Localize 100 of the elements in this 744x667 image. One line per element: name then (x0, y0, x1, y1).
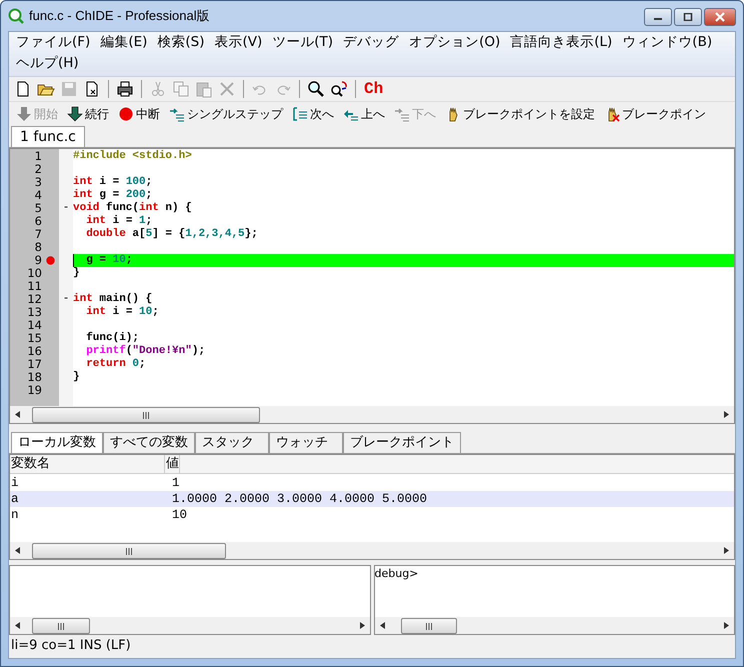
line-number: 11 (27, 279, 42, 293)
line-number: 10 (27, 266, 42, 280)
code-line: return 0; (85, 358, 146, 370)
variable-row[interactable]: i 1 (10, 475, 734, 491)
menu-item[interactable]: 検索(S) (152, 32, 210, 53)
line-number: 5 (34, 201, 42, 215)
code-line: g = 10; (85, 254, 132, 266)
debug-console[interactable]: debug> (374, 565, 735, 635)
variables-tab[interactable]: ローカル変数 (11, 432, 103, 453)
debug-button[interactable]: シングルステップ (166, 104, 289, 124)
fold-marker[interactable]: - (62, 202, 70, 214)
step-icon (169, 106, 185, 122)
line-number: 1 (34, 149, 42, 163)
debug-button[interactable]: ブレークポイン (601, 104, 712, 124)
variable-row[interactable]: a 1.0000 2.0000 3.0000 4.0000 5.0000 (10, 491, 734, 507)
horizontal-scrollbar[interactable] (10, 406, 734, 423)
menu-item[interactable]: ウィンドウ(B) (617, 32, 718, 53)
code-line: int main() { (73, 293, 152, 305)
code-line: int i = 1; (85, 215, 152, 227)
menu-item[interactable]: ツール(T) (267, 32, 338, 53)
variable-name: a (10, 491, 20, 507)
magnifier-icon (8, 8, 24, 24)
maximize-button[interactable] (674, 8, 702, 26)
variable-name: i (10, 475, 20, 491)
line-number: 17 (27, 357, 42, 371)
code-line: #include <stdio.h> (73, 150, 192, 162)
ch-button[interactable]: Ch (362, 79, 386, 99)
code-line: func(i); (85, 332, 140, 344)
line-number: 19 (27, 383, 42, 397)
line-number: 13 (27, 305, 42, 319)
step-icon (292, 106, 308, 122)
close-icon (714, 12, 726, 22)
file-tab[interactable]: 1 func.c (11, 126, 85, 147)
horizontal-scrollbar[interactable] (10, 617, 370, 634)
line-number: 18 (27, 370, 42, 384)
stop-icon (118, 106, 134, 122)
variable-row[interactable]: n 10 (10, 507, 734, 523)
code-line: void func(int n) { (73, 202, 192, 214)
debug-button[interactable]: 中断 (115, 104, 166, 124)
debug-button[interactable]: 上へ (340, 104, 391, 124)
menu-item[interactable]: ファイル(F) (11, 32, 96, 53)
variables-tab[interactable]: スタック (195, 432, 269, 453)
menu-item[interactable]: 言語向き表示(L) (505, 32, 618, 53)
debug-button[interactable]: 次へ (289, 104, 340, 124)
line-number: 9 (34, 253, 42, 267)
minimize-button[interactable] (644, 8, 672, 26)
grip-icon (57, 622, 65, 630)
line-number: 14 (27, 318, 42, 332)
line-number: 3 (34, 175, 42, 189)
variable-value: 1 (171, 475, 180, 491)
debug-button[interactable]: ブレークポイントを設定 (442, 104, 601, 124)
code-line: printf("Done!¥n"); (85, 345, 206, 357)
menu-item[interactable]: オプション(O) (404, 32, 506, 53)
debug-button[interactable]: 続行 (64, 104, 115, 124)
grip-icon (424, 622, 432, 630)
search-icon[interactable] (306, 79, 326, 99)
variables-tab[interactable]: すべての変数 (103, 432, 195, 453)
step-icon (394, 106, 410, 122)
scrollbar-thumb[interactable] (32, 407, 260, 423)
line-number: 8 (34, 240, 42, 254)
down-arrow-icon (16, 106, 32, 122)
line-number: 4 (34, 188, 42, 202)
column-header[interactable]: 変数名 (10, 455, 165, 473)
scrollbar-thumb[interactable] (32, 618, 90, 634)
close-button[interactable] (704, 8, 736, 26)
variables-tab[interactable]: ウォッチ (269, 432, 343, 453)
grip-icon (142, 412, 150, 418)
grip-icon (125, 548, 133, 554)
window-title: func.c - ChIDE - Professional版 (29, 7, 210, 25)
menu-item[interactable]: 表示(V) (210, 32, 268, 53)
variable-value: 10 (171, 507, 188, 523)
menu-item[interactable]: 編集(E) (95, 32, 152, 53)
maximize-icon (683, 13, 693, 21)
line-number: 2 (34, 162, 42, 176)
fold-marker[interactable]: - (62, 293, 70, 305)
menu-item[interactable]: デバッグ (338, 32, 404, 53)
code-line: double a[5] = {1,2,3,4,5}; (85, 228, 258, 240)
code-line: int i = 100; (73, 176, 152, 188)
line-number: 15 (27, 331, 42, 345)
code-line: int g = 200; (73, 189, 152, 201)
down-arrow-icon (67, 106, 83, 122)
scrollbar-thumb[interactable] (400, 618, 456, 634)
status-text: li=9 co=1 INS (LF) (11, 638, 131, 652)
line-number: 6 (34, 214, 42, 228)
scrollbar-thumb[interactable] (32, 543, 226, 559)
line-number: 12 (27, 292, 42, 306)
variable-name: n (10, 507, 20, 523)
code-line: } (73, 267, 80, 279)
variable-value: 1.0000 2.0000 3.0000 4.0000 5.0000 (171, 491, 428, 507)
console-prompt: debug> (374, 567, 418, 580)
replace-icon[interactable] (329, 79, 349, 99)
printer-icon[interactable] (115, 79, 135, 99)
variables-tab[interactable]: ブレークポイント (343, 432, 461, 453)
horizontal-scrollbar[interactable] (374, 617, 734, 634)
horizontal-scrollbar[interactable] (10, 542, 734, 559)
code-line: int i = 10; (85, 306, 159, 318)
line-number: 16 (27, 344, 42, 358)
line-number: 7 (34, 227, 42, 241)
menu-item[interactable]: ヘルプ(H) (11, 53, 84, 74)
column-header[interactable]: 値 (165, 455, 180, 473)
